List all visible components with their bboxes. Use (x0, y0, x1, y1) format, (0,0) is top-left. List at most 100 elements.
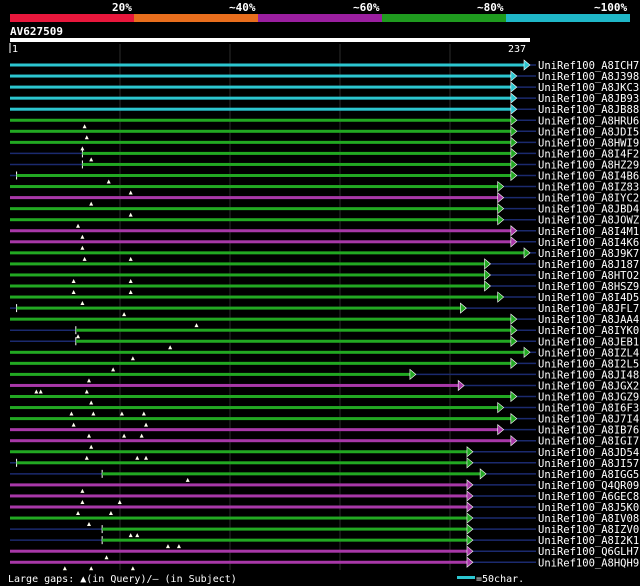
score-band-5 (506, 14, 630, 22)
hit-bar (10, 483, 467, 487)
query-gap-marker (89, 566, 94, 571)
hit-label[interactable]: UniRef100_A8HQH9 (538, 557, 639, 569)
percent-label-80: ~80% (477, 1, 504, 14)
query-gap-marker (71, 278, 76, 283)
score-band-1 (10, 14, 134, 22)
query-gap-marker (38, 389, 43, 394)
percent-label-60: ~60% (353, 1, 380, 14)
scale-bar (457, 576, 475, 579)
hit-bar (10, 406, 498, 410)
query-gap-marker (185, 477, 190, 482)
query-gap-marker (62, 566, 67, 571)
hit-arrowhead (510, 313, 518, 325)
hit-bar (10, 350, 524, 354)
hit-bar (10, 317, 511, 321)
query-gap-marker (108, 511, 113, 515)
hit-bar (10, 450, 467, 454)
hit-arrowhead (466, 512, 474, 524)
hit-arrowhead (510, 147, 518, 160)
hit-arrowhead (510, 114, 518, 126)
gap-legend-text: Large gaps: ▲(in Query)/– (in Subject) (8, 574, 237, 585)
hit-arrowhead (510, 335, 518, 347)
query-start-label: 1 (12, 44, 18, 55)
hit-arrowhead (497, 180, 505, 193)
query-gap-marker (80, 301, 85, 306)
hit-arrowhead (484, 280, 491, 292)
query-gap-marker (76, 223, 81, 228)
hit-bar (16, 174, 511, 177)
hit-arrowhead (510, 324, 518, 336)
query-gap-marker (122, 433, 127, 438)
query-gap-marker (111, 367, 116, 372)
hit-arrowhead (466, 534, 474, 546)
hit-bar (10, 439, 511, 443)
query-gap-marker (106, 179, 111, 184)
hit-bar (10, 284, 485, 288)
query-gap-marker (86, 522, 91, 527)
query-gap-marker (84, 135, 89, 140)
hit-arrowhead (510, 236, 518, 248)
query-gap-marker (69, 411, 74, 416)
hit-bar (10, 185, 498, 189)
query-gap-marker (135, 533, 140, 538)
query-gap-marker (144, 422, 149, 427)
hit-arrowhead (466, 490, 474, 502)
hit-bar (10, 74, 511, 78)
query-gap-marker (71, 290, 76, 294)
hit-arrowhead (460, 302, 467, 314)
hit-arrowhead (523, 346, 531, 358)
query-gap-marker (128, 256, 133, 261)
hit-bar (82, 162, 511, 166)
query-gap-marker (144, 455, 149, 460)
hit-bar (10, 118, 511, 122)
query-name: AV627509 (10, 25, 63, 38)
hit-bar (10, 251, 524, 255)
percent-label-20: 20% (112, 1, 132, 14)
hit-bar (10, 295, 498, 299)
query-gap-marker (128, 212, 133, 217)
query-gap-marker (89, 201, 94, 206)
hit-arrowhead (510, 435, 518, 447)
hit-bar (16, 461, 467, 465)
alignment-graphic: 20% ~40% ~60% ~80% ~100% AV627509 1 237 … (8, 1, 639, 585)
query-gap-marker (71, 422, 76, 427)
hit-bar (10, 549, 467, 553)
query-gap-marker (80, 245, 85, 250)
hit-bar (10, 207, 498, 211)
score-band-2 (134, 14, 258, 22)
hit-arrowhead (497, 203, 505, 215)
hit-arrowhead (510, 103, 518, 115)
query-gap-marker (82, 124, 87, 129)
hit-arrowhead (466, 446, 474, 458)
hit-bar (75, 339, 511, 343)
hit-arrowhead (510, 92, 518, 104)
hit-arrowhead (523, 247, 531, 259)
query-gap-marker (76, 334, 81, 339)
hit-arrowhead (466, 556, 474, 568)
hit-arrowhead (497, 214, 505, 226)
hit-bar (10, 516, 467, 520)
query-gap-marker (168, 345, 173, 350)
hit-arrowhead (510, 158, 518, 171)
hit-bar (10, 96, 511, 100)
query-gap-marker (104, 555, 109, 560)
query-gap-marker (80, 234, 85, 239)
query-gap-marker (176, 544, 181, 549)
hit-arrowhead (409, 368, 417, 381)
query-end-label: 237 (508, 44, 526, 55)
percent-label-100: ~100% (594, 1, 627, 14)
hit-arrowhead (479, 468, 487, 480)
query-gap-marker (165, 544, 170, 549)
query-gap-marker (128, 290, 133, 294)
hit-arrowhead (466, 501, 474, 513)
hit-bar (10, 395, 511, 398)
hit-bar (10, 129, 511, 133)
hit-arrowhead (510, 225, 518, 237)
hit-bar (10, 85, 511, 89)
hit-arrowhead (484, 269, 491, 281)
hit-row[interactable]: UniRef100_A8HQH9 (10, 556, 639, 571)
query-gap-marker (89, 400, 94, 405)
query-gap-marker (130, 356, 135, 361)
hit-list: UniRef100_A8ICH7UniRef100_A8J398UniRef10… (10, 59, 639, 571)
hit-bar (10, 494, 467, 498)
